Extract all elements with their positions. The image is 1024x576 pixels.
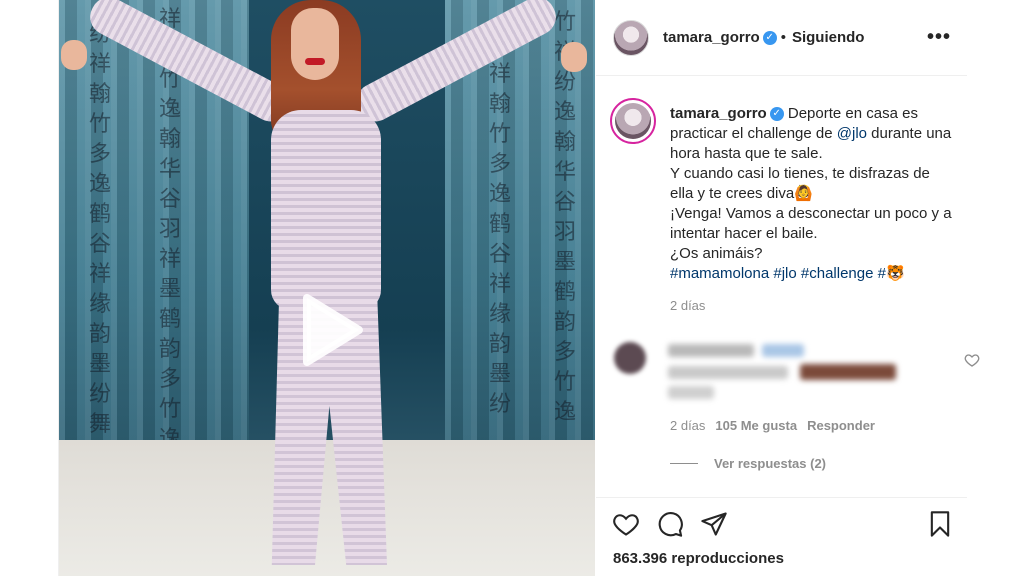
tiger-emoji: 🐯 <box>885 265 905 282</box>
reply-button[interactable]: Responder <box>807 418 875 433</box>
separator-dot: • <box>780 29 786 46</box>
caption-line4: ¿Os animáis? <box>670 245 763 262</box>
left-hand <box>61 40 87 70</box>
comment-item <box>614 340 964 400</box>
instagram-post: 纷祥翰竹多逸鹤谷祥缘韵墨纷舞 祥纷竹逸翰华谷羽祥墨鹤韵多竹逸 纷祥翰竹多逸鹤谷祥… <box>58 0 980 576</box>
comment-like-heart-icon[interactable] <box>964 352 980 368</box>
verified-badge-icon: ✓ <box>762 30 777 45</box>
post-sidebar: tamara_gorro ✓ • Siguiendo ••• tamara_go… <box>596 0 980 576</box>
avatar[interactable] <box>613 19 649 56</box>
lips <box>305 58 325 65</box>
play-icon[interactable] <box>295 292 365 368</box>
commenter-avatar[interactable] <box>614 342 646 374</box>
view-count[interactable]: 863.396 reproducciones <box>613 550 784 567</box>
blurred-mention <box>762 344 804 357</box>
comment-icon[interactable] <box>656 510 684 538</box>
view-replies-label: Ver respuestas (2) <box>714 456 827 471</box>
username-link[interactable]: tamara_gorro <box>663 29 760 46</box>
caption-avatar[interactable] <box>610 98 656 144</box>
right-hand <box>561 42 587 72</box>
post-video[interactable]: 纷祥翰竹多逸鹤谷祥缘韵墨纷舞 祥纷竹逸翰华谷羽祥墨鹤韵多竹逸 纷祥翰竹多逸鹤谷祥… <box>59 0 595 576</box>
caption-text: tamara_gorro ✓ Deporte en casa es practic… <box>670 104 955 284</box>
caption-username-link[interactable]: tamara_gorro <box>670 105 767 122</box>
following-button[interactable]: Siguiendo <box>792 29 865 46</box>
right-arm <box>350 0 563 128</box>
hashtags-link[interactable]: #mamamolona #jlo #challenge # <box>670 265 886 282</box>
blurred-text-2 <box>668 386 714 399</box>
comment-meta: 2 días 105 Me gusta Responder <box>670 418 875 433</box>
face <box>291 8 339 80</box>
header-user: tamara_gorro ✓ • Siguiendo <box>663 29 864 46</box>
diva-emoji: 🙆 <box>794 185 813 202</box>
replies-divider <box>670 463 698 464</box>
verified-badge-icon: ✓ <box>769 107 784 122</box>
left-arm <box>83 0 296 128</box>
action-bar: 863.396 reproducciones <box>596 497 967 576</box>
caption-time[interactable]: 2 días <box>670 298 705 313</box>
more-options-icon[interactable]: ••• <box>927 26 951 49</box>
view-replies-button[interactable]: Ver respuestas (2) <box>670 456 826 471</box>
sequin-jumpsuit <box>271 110 381 310</box>
comment-likes[interactable]: 105 Me gusta <box>715 418 797 433</box>
heart-icon[interactable] <box>612 510 640 538</box>
comment-time[interactable]: 2 días <box>670 418 705 433</box>
post-header: tamara_gorro ✓ • Siguiendo ••• <box>596 0 967 76</box>
blurred-username <box>668 344 754 357</box>
share-icon[interactable] <box>700 510 728 538</box>
dancer-figure <box>59 0 595 576</box>
bookmark-icon[interactable] <box>926 510 954 538</box>
caption-line3: ¡Venga! Vamos a desconectar un poco y a … <box>670 205 952 242</box>
blurred-text <box>668 366 788 379</box>
mention-link[interactable]: @jlo <box>837 125 867 142</box>
blurred-emojis <box>800 364 896 380</box>
